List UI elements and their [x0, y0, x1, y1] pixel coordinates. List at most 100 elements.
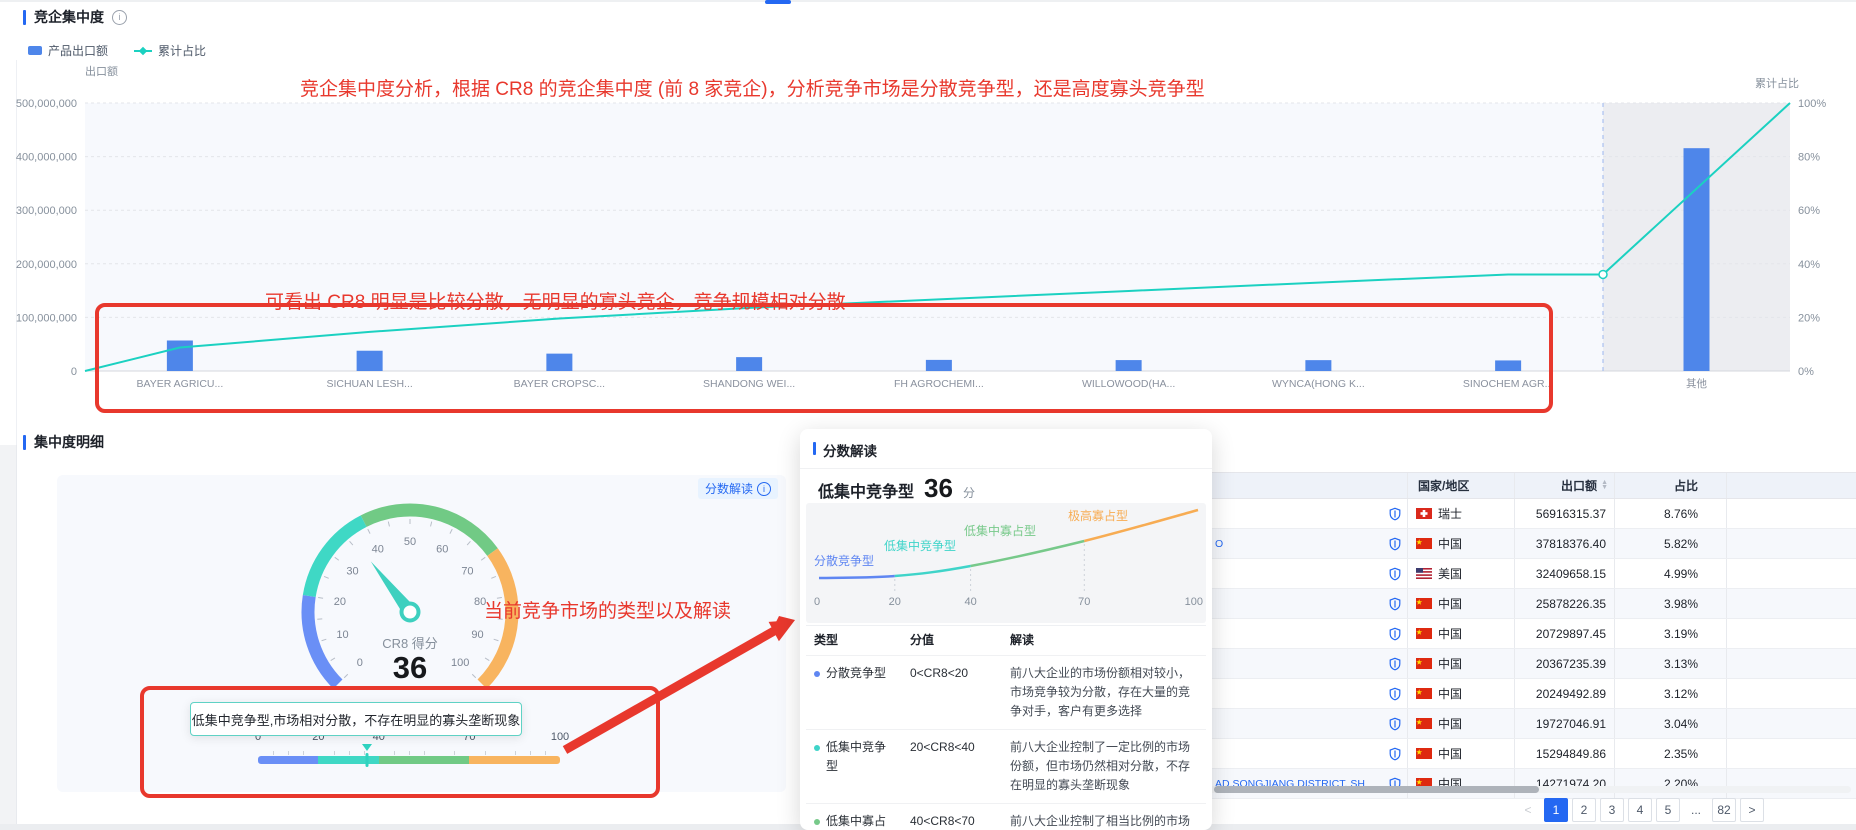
band-tick [424, 751, 425, 755]
table-row[interactable]: 中国20367235.393.13% [1180, 649, 1856, 679]
pagination-page-1[interactable]: 1 [1544, 798, 1568, 822]
pagination-ellipsis[interactable]: ... [1684, 798, 1708, 822]
svg-text:0%: 0% [1798, 366, 1814, 378]
band-segment [318, 756, 378, 764]
interp-table-header: 类型分值解读 [806, 626, 1206, 656]
table-row[interactable]: 瑞士56916315.378.76% [1180, 499, 1856, 529]
table-row[interactable]: 中国20249492.893.12% [1180, 679, 1856, 709]
info-icon: i [757, 482, 771, 496]
svg-text:200,000,000: 200,000,000 [16, 259, 77, 271]
svg-text:70: 70 [461, 565, 473, 577]
band-tick [515, 751, 516, 755]
pagination-prev[interactable]: < [1516, 798, 1540, 822]
shield-icon[interactable] [1389, 537, 1401, 550]
score-unit: 分 [963, 484, 975, 501]
header-export[interactable]: 出口额▲▼ [1515, 473, 1615, 498]
shield-icon[interactable] [1389, 657, 1401, 670]
svg-text:500,000,000: 500,000,000 [16, 98, 77, 110]
band-marker[interactable] [365, 753, 368, 767]
bar-WILLOWOOD(HA...[interactable] [1116, 360, 1142, 371]
band-tick [454, 751, 455, 755]
bar-BAYER CROPSC...[interactable] [546, 354, 572, 371]
svg-text:20: 20 [334, 596, 346, 608]
shield-icon[interactable] [1389, 507, 1401, 520]
type-description: 前八大企业控制了一定比例的市场份额，但市场仍然相对分散，不存在明显的寡头垄断现象 [1002, 730, 1198, 803]
x-axis-label: WYNCA(HONG K... [1272, 378, 1365, 390]
type-dot-icon [814, 671, 820, 677]
table-row[interactable]: 中国15294849.862.35% [1180, 739, 1856, 769]
flag-icon-cn [1416, 658, 1432, 669]
company-link[interactable]: O [1215, 538, 1223, 550]
pagination-page-82[interactable]: 82 [1712, 798, 1736, 822]
shield-icon[interactable] [1389, 627, 1401, 640]
pagination-page-2[interactable]: 2 [1572, 798, 1596, 822]
bar-SHANDONG WEI...[interactable] [736, 357, 762, 371]
country-name: 中国 [1438, 655, 1462, 672]
svg-text:50: 50 [404, 536, 416, 548]
table-row[interactable]: 美国32409658.154.99% [1180, 559, 1856, 589]
extra-cell [1727, 739, 1856, 768]
band-marker-icon[interactable] [362, 744, 372, 751]
extra-cell [1727, 649, 1856, 678]
share-percent: 2.20% [1615, 769, 1727, 798]
extra-cell [1727, 769, 1856, 798]
table-row[interactable]: O中国37818376.405.82% [1180, 529, 1856, 559]
flag-icon-us [1416, 568, 1432, 579]
top-divider [0, 0, 1856, 2]
legend-cumulative-share[interactable]: 累计占比 [134, 42, 206, 59]
svg-text:0: 0 [814, 596, 820, 608]
top-tab-indicator [765, 0, 791, 4]
x-axis-label: BAYER CROPSC... [514, 378, 605, 390]
bar-FH AGROCHEMI...[interactable] [926, 360, 952, 371]
score-interpret-popup: 分数解读 低集中竞争型 36 分 0204070100分散竞争型低集中竞争型低集… [800, 429, 1212, 830]
pagination-page-4[interactable]: 4 [1628, 798, 1652, 822]
extra-cell [1727, 709, 1856, 738]
flag-icon-cn [1416, 718, 1432, 729]
flag-icon-ch [1416, 508, 1432, 519]
horizontal-scrollbar-thumb[interactable] [1214, 786, 1539, 793]
sort-icon[interactable]: ▲▼ [1601, 481, 1608, 491]
interpretation-table: 类型分值解读分散竞争型0<CR8<20前八大企业的市场份额相对较小，市场竞争较为… [806, 625, 1206, 830]
table-row[interactable]: 中国25878226.353.98% [1180, 589, 1856, 619]
svg-text:100%: 100% [1798, 98, 1826, 110]
bar-BAYER AGRICU...[interactable] [167, 340, 193, 371]
band-segment [469, 756, 560, 764]
share-percent: 3.19% [1615, 619, 1727, 648]
table-row[interactable]: AD,SONGJIANG DISTRICT, SHANGHAI CHI...中国… [1180, 769, 1856, 799]
pagination-next[interactable]: > [1740, 798, 1764, 822]
x-axis-label: FH AGROCHEMI... [894, 378, 984, 390]
interp-table-row: 低集中竞争型20<CR8<40前八大企业控制了一定比例的市场份额，但市场仍然相对… [806, 730, 1206, 804]
band-tick [394, 751, 395, 755]
bar-SICHUAN LESH...[interactable] [357, 351, 383, 371]
shield-icon[interactable] [1389, 597, 1401, 610]
table-row[interactable]: 中国19727046.913.04% [1180, 709, 1856, 739]
bar-SINOCHEM AGR...[interactable] [1495, 360, 1521, 371]
interp-header-cell: 类型 [806, 626, 902, 655]
header-share: 占比 [1615, 473, 1727, 498]
svg-text:40: 40 [964, 596, 976, 608]
left-panel-edge-lower [0, 445, 17, 830]
shield-icon[interactable] [1389, 567, 1401, 580]
shield-icon[interactable] [1389, 747, 1401, 760]
header-extra [1727, 473, 1856, 498]
export-amount: 25878226.35 [1515, 589, 1615, 618]
interp-table-row: 分散竞争型0<CR8<20前八大企业的市场份额相对较小，市场竞争较为分散，存在大… [806, 656, 1206, 730]
shield-icon[interactable] [1389, 717, 1401, 730]
interp-header-cell: 分值 [902, 626, 1002, 655]
info-icon[interactable]: i [112, 10, 127, 25]
header-company [1180, 473, 1408, 498]
score-interpret-link[interactable]: 分数解读 i [698, 478, 778, 499]
line-swatch-icon [134, 46, 152, 55]
gauge-tooltip: 低集中竞争型,市场相对分散，不存在明显的寡头垄断现象 [190, 702, 522, 736]
bar-WYNCA(HONG K...[interactable] [1305, 360, 1331, 371]
title-accent-bar [813, 442, 816, 455]
export-amount: 19727046.91 [1515, 709, 1615, 738]
score-range: 40<CR8<70 [902, 804, 1002, 830]
pagination-page-3[interactable]: 3 [1600, 798, 1624, 822]
shield-icon[interactable] [1389, 687, 1401, 700]
band-tick [273, 751, 274, 755]
share-percent: 4.99% [1615, 559, 1727, 588]
table-row[interactable]: 中国20729897.453.19% [1180, 619, 1856, 649]
pagination-page-5[interactable]: 5 [1656, 798, 1680, 822]
legend-export-amount[interactable]: 产品出口额 [28, 42, 108, 59]
